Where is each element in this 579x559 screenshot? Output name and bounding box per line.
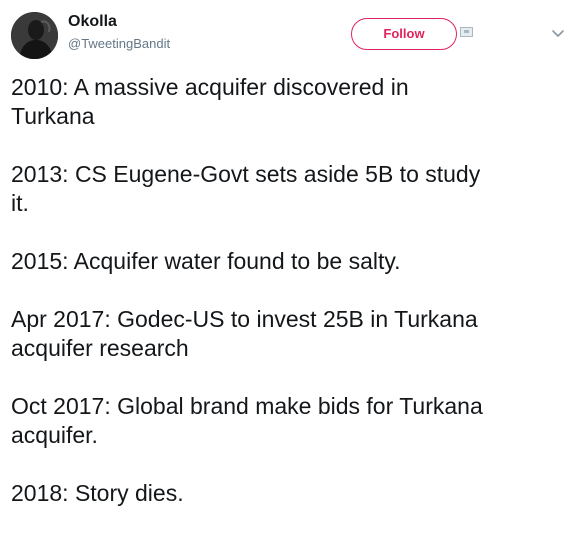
display-name[interactable]: Okolla	[68, 13, 117, 31]
tweet-text: 2010: A massive acquifer discovered in T…	[11, 73, 571, 508]
tweet-line: acquifer.	[11, 422, 98, 448]
tweet-header: Okolla @TweetingBandit Follow	[0, 0, 579, 70]
tweet-line: 2015: Acquifer water found to be salty.	[11, 248, 401, 274]
avatar[interactable]	[11, 12, 58, 59]
follow-button[interactable]: Follow	[351, 18, 457, 50]
avatar-image	[11, 12, 58, 59]
tweet-line: 2013: CS Eugene-Govt sets aside 5B to st…	[11, 161, 481, 187]
tweet-line: Apr 2017: Godec-US to invest 25B in Turk…	[11, 306, 478, 332]
tweet-line: 2018: Story dies.	[11, 480, 184, 506]
tweet-line: acquifer research	[11, 335, 189, 361]
screen-name[interactable]: @TweetingBandit	[68, 36, 170, 51]
chevron-down-icon[interactable]	[550, 25, 566, 41]
tweet-line: 2010: A massive acquifer discovered in	[11, 74, 409, 100]
envelope-icon[interactable]	[460, 27, 473, 37]
tweet-line: it.	[11, 190, 29, 216]
tweet-line: Turkana	[11, 103, 95, 129]
tweet-line: Oct 2017: Global brand make bids for Tur…	[11, 393, 483, 419]
